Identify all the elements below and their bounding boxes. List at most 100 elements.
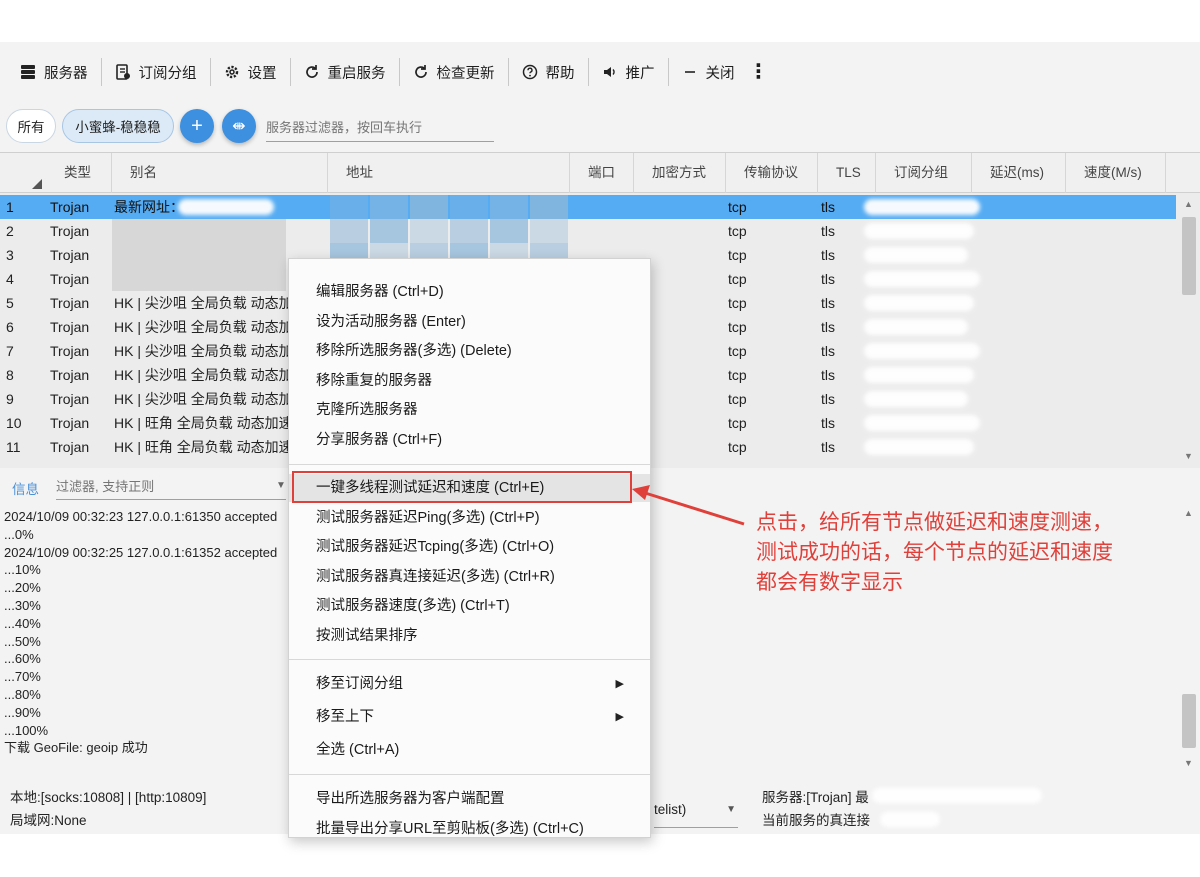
menu-item-move-to-group[interactable]: 移至订阅分组 ▶ [289,670,650,698]
annotation-line: 测试成功的话，每个节点的延迟和速度 [756,541,1113,564]
help-menu-button[interactable]: 帮助 [518,55,579,89]
row-tls: tls [821,295,835,311]
menu-item-move-up-down[interactable]: 移至上下 ▶ [289,703,650,731]
menu-item-remove-duplicates[interactable]: 移除重复的服务器 [289,367,650,395]
row-number: 6 [6,319,14,335]
servers-label: 服务器 [44,65,88,82]
scroll-down-icon[interactable]: ▼ [1184,758,1193,768]
menu-item-test-speed[interactable]: 测试服务器速度(多选) (Ctrl+T) [289,592,650,620]
row-number: 10 [6,415,22,431]
redacted-cell [864,415,980,431]
log-scrollbar-thumb[interactable] [1182,694,1196,748]
menu-separator [289,774,650,775]
col-header-network[interactable]: 传输协议 [726,153,818,193]
row-network: tcp [728,271,747,287]
scroll-down-icon[interactable]: ▼ [1184,451,1193,461]
subscription-label: 订阅分组 [138,65,197,82]
more-options-icon[interactable]: ⋮ [739,55,779,89]
col-header-encryption[interactable]: 加密方式 [634,153,726,193]
row-tls: tls [821,391,835,407]
promote-button[interactable]: 推广 [598,55,659,89]
submenu-arrow-icon: ▶ [615,711,624,723]
row-number: 9 [6,391,14,407]
promote-label: 推广 [625,65,655,82]
log-filter-input[interactable] [56,474,286,500]
row-number: 4 [6,271,14,287]
col-header-port[interactable]: 端口 [570,153,634,193]
menu-item-label: 分享服务器 (Ctrl+F) [316,432,443,448]
col-header-alias[interactable]: 别名 [112,153,328,193]
menu-item-set-active-server[interactable]: 设为活动服务器 (Enter) [289,308,650,336]
redacted-address [330,195,368,219]
group-chip-all[interactable]: 所有 [6,109,56,143]
group-chip-subscription[interactable]: 小蜜蜂-稳稳稳 [62,109,174,143]
chevron-down-icon[interactable]: ▼ [276,480,286,491]
menu-item-label: 测试服务器速度(多选) (Ctrl+T) [316,598,510,615]
settings-label: 设置 [247,65,277,82]
menu-item-remove-servers[interactable]: 移除所选服务器(多选) (Delete) [289,337,650,365]
col-header-address[interactable]: 地址 [328,153,570,193]
menu-item-test-tcping[interactable]: 测试服务器延迟Tcping(多选) (Ctrl+O) [289,533,650,561]
row-alias: HK | 旺角 全局负载 动态加速 [114,415,288,431]
group-filter-row: 所有 小蜜蜂-稳稳稳 + ⇼ [0,104,1200,148]
log-line: ...40% [4,615,41,631]
row-network: tcp [728,439,747,455]
server-filter-input[interactable] [266,114,494,142]
main-toolbar: 服务器 订阅分组 设置 重启服务 检查更新 帮助 推广 关闭 ⋮ [0,52,1200,92]
settings-menu-button[interactable]: 设置 [220,55,281,89]
col-header-speed[interactable]: 速度(M/s) [1066,153,1166,193]
menu-item-share-server[interactable]: 分享服务器 (Ctrl+F) [289,426,650,454]
redacted-address [370,219,408,243]
routing-select[interactable]: telist) ▼ [654,802,738,828]
split-tool-icon[interactable]: ⇼ [222,109,256,143]
row-type: Trojan [50,439,90,455]
close-button[interactable]: 关闭 [678,55,739,89]
log-line: ...20% [4,580,41,596]
row-network: tcp [728,295,747,311]
toolbar-divider [667,58,669,86]
menu-item-label: 移除重复的服务器 [316,372,432,389]
row-alias: HK | 尖沙咀 全局负载 动态加速 [114,343,288,359]
menu-item-export-share-urls[interactable]: 批量导出分享URL至剪贴板(多选) (Ctrl+C) [289,815,650,837]
log-output: 2024/10/09 00:32:23 127.0.0.1:61350 acce… [4,508,304,757]
add-button[interactable]: + [180,109,214,143]
log-scrollbar[interactable]: ▲ ▼ [1180,504,1196,774]
row-number: 3 [6,247,14,263]
row-type: Trojan [50,247,90,263]
row-type: Trojan [50,367,90,383]
redacted-cell [864,391,968,407]
menu-item-edit-server[interactable]: 编辑服务器 (Ctrl+D) [289,278,650,306]
menu-item-label: 移除所选服务器(多选) (Delete) [316,343,512,360]
row-number: 8 [6,367,14,383]
menu-item-test-real-delay[interactable]: 测试服务器真连接延迟(多选) (Ctrl+R) [289,563,650,591]
servers-menu-button[interactable]: 服务器 [16,55,92,89]
scroll-up-icon[interactable]: ▲ [1184,199,1193,209]
table-row[interactable]: 1 Trojan 最新网址： tcp tls [0,195,1176,219]
menu-item-clone-server[interactable]: 克隆所选服务器 [289,396,650,424]
grid-scrollbar[interactable]: ▲ ▼ [1180,195,1196,465]
grid-scrollbar-thumb[interactable] [1182,217,1196,295]
menu-item-label: 批量导出分享URL至剪贴板(多选) (Ctrl+C) [316,821,584,837]
log-line: 下载 GeoFile: geoip 成功 [4,740,148,756]
table-row[interactable]: 2 Trojan tcp tls [0,219,1176,243]
col-header-tls[interactable]: TLS [818,153,876,193]
menu-item-test-ping[interactable]: 测试服务器延迟Ping(多选) (Ctrl+P) [289,504,650,532]
info-tab[interactable]: 信息 [12,478,39,498]
help-icon [522,64,537,80]
col-header-delay[interactable]: 延迟(ms) [972,153,1066,193]
col-header-type[interactable]: 类型 [46,153,112,193]
subscription-menu-button[interactable]: 订阅分组 [111,55,201,89]
menu-item-sort-by-result[interactable]: 按测试结果排序 [289,622,650,650]
menu-item-label: 导出所选服务器为客户端配置 [316,791,505,807]
scroll-up-icon[interactable]: ▲ [1184,508,1193,518]
row-type: Trojan [50,415,90,431]
redacted-cell [864,247,968,263]
log-line: ...70% [4,669,41,685]
menu-item-export-client-config[interactable]: 导出所选服务器为客户端配置 [289,785,650,813]
check-update-button[interactable]: 检查更新 [409,55,499,89]
menu-item-select-all[interactable]: 全选 (Ctrl+A) [289,736,650,764]
row-alias: HK | 旺角 全局负载 动态加速 [114,439,288,455]
restart-service-button[interactable]: 重启服务 [300,55,390,89]
submenu-arrow-icon: ▶ [615,678,624,690]
col-header-subscription[interactable]: 订阅分组 [876,153,972,193]
